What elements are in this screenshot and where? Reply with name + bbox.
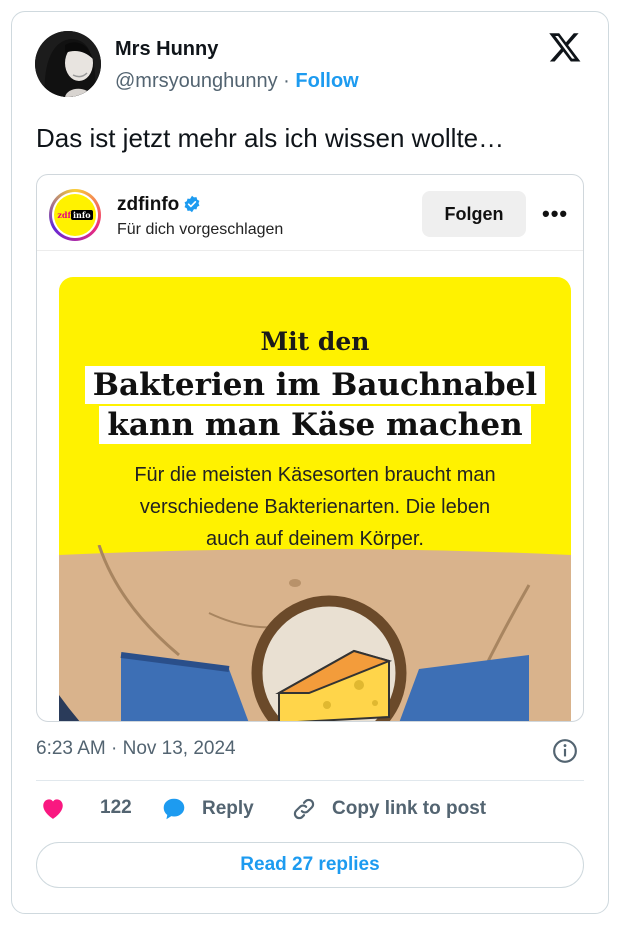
info-icon[interactable] (552, 738, 578, 764)
zdfinfo-logo: zdf info (57, 210, 93, 220)
separator-dot: · (283, 70, 290, 92)
belly-cheese-illustration (59, 545, 571, 721)
action-bar: 122 Reply Copy link to post (36, 796, 584, 826)
folgen-button[interactable]: Folgen (422, 191, 526, 237)
author-handle[interactable]: @mrsyounghunny (115, 70, 278, 92)
author-handle-line: @mrsyounghunny · Follow (115, 70, 359, 93)
embed-avatar[interactable]: zdf info (49, 189, 101, 241)
verified-badge-icon (184, 195, 200, 213)
avatar-portrait (35, 31, 101, 97)
image-line1: Mit den (260, 327, 370, 356)
embed-header: zdf info zdfinfo Für dich vorgeschlagen F… (37, 175, 583, 251)
timestamp[interactable]: 6:23 AM · Nov 13, 2024 (36, 738, 236, 760)
link-icon (293, 798, 315, 820)
more-options-icon[interactable]: ••• (542, 201, 568, 227)
reply-bubble-icon (163, 798, 185, 820)
heart-icon (43, 799, 63, 819)
like-button[interactable]: 122 (40, 796, 132, 820)
image-headline-2: kann man Käse machen (99, 406, 531, 444)
like-count: 122 (100, 797, 132, 818)
embed-subtitle: Für dich vorgeschlagen (117, 221, 284, 238)
image-description: Für die meisten Käsesorten braucht man v… (134, 464, 496, 550)
reply-button[interactable]: Reply (160, 796, 254, 822)
divider (36, 780, 584, 781)
reply-label: Reply (202, 798, 254, 819)
follow-link[interactable]: Follow (295, 70, 358, 92)
author-name[interactable]: Mrs Hunny (115, 38, 218, 61)
image-headline-1: Bakterien im Bauchnabel (84, 366, 546, 404)
instagram-embed[interactable]: zdf info zdfinfo Für dich vorgeschlagen F… (36, 174, 584, 722)
x-logo-icon[interactable] (548, 30, 582, 64)
tweet-text: Das ist jetzt mehr als ich wissen wollte… (36, 123, 505, 153)
author-avatar[interactable] (35, 31, 101, 97)
image-headline: Bakterien im Bauchnabel kann man Käse ma… (67, 365, 563, 445)
copy-link-button[interactable]: Copy link to post (290, 796, 486, 822)
read-replies-button[interactable]: Read 27 replies (36, 842, 584, 888)
embed-account-name[interactable]: zdfinfo (117, 194, 201, 216)
post-image[interactable]: Mit den Bakterien im Bauchnabel kann man… (59, 277, 571, 721)
copy-link-label: Copy link to post (332, 798, 487, 819)
